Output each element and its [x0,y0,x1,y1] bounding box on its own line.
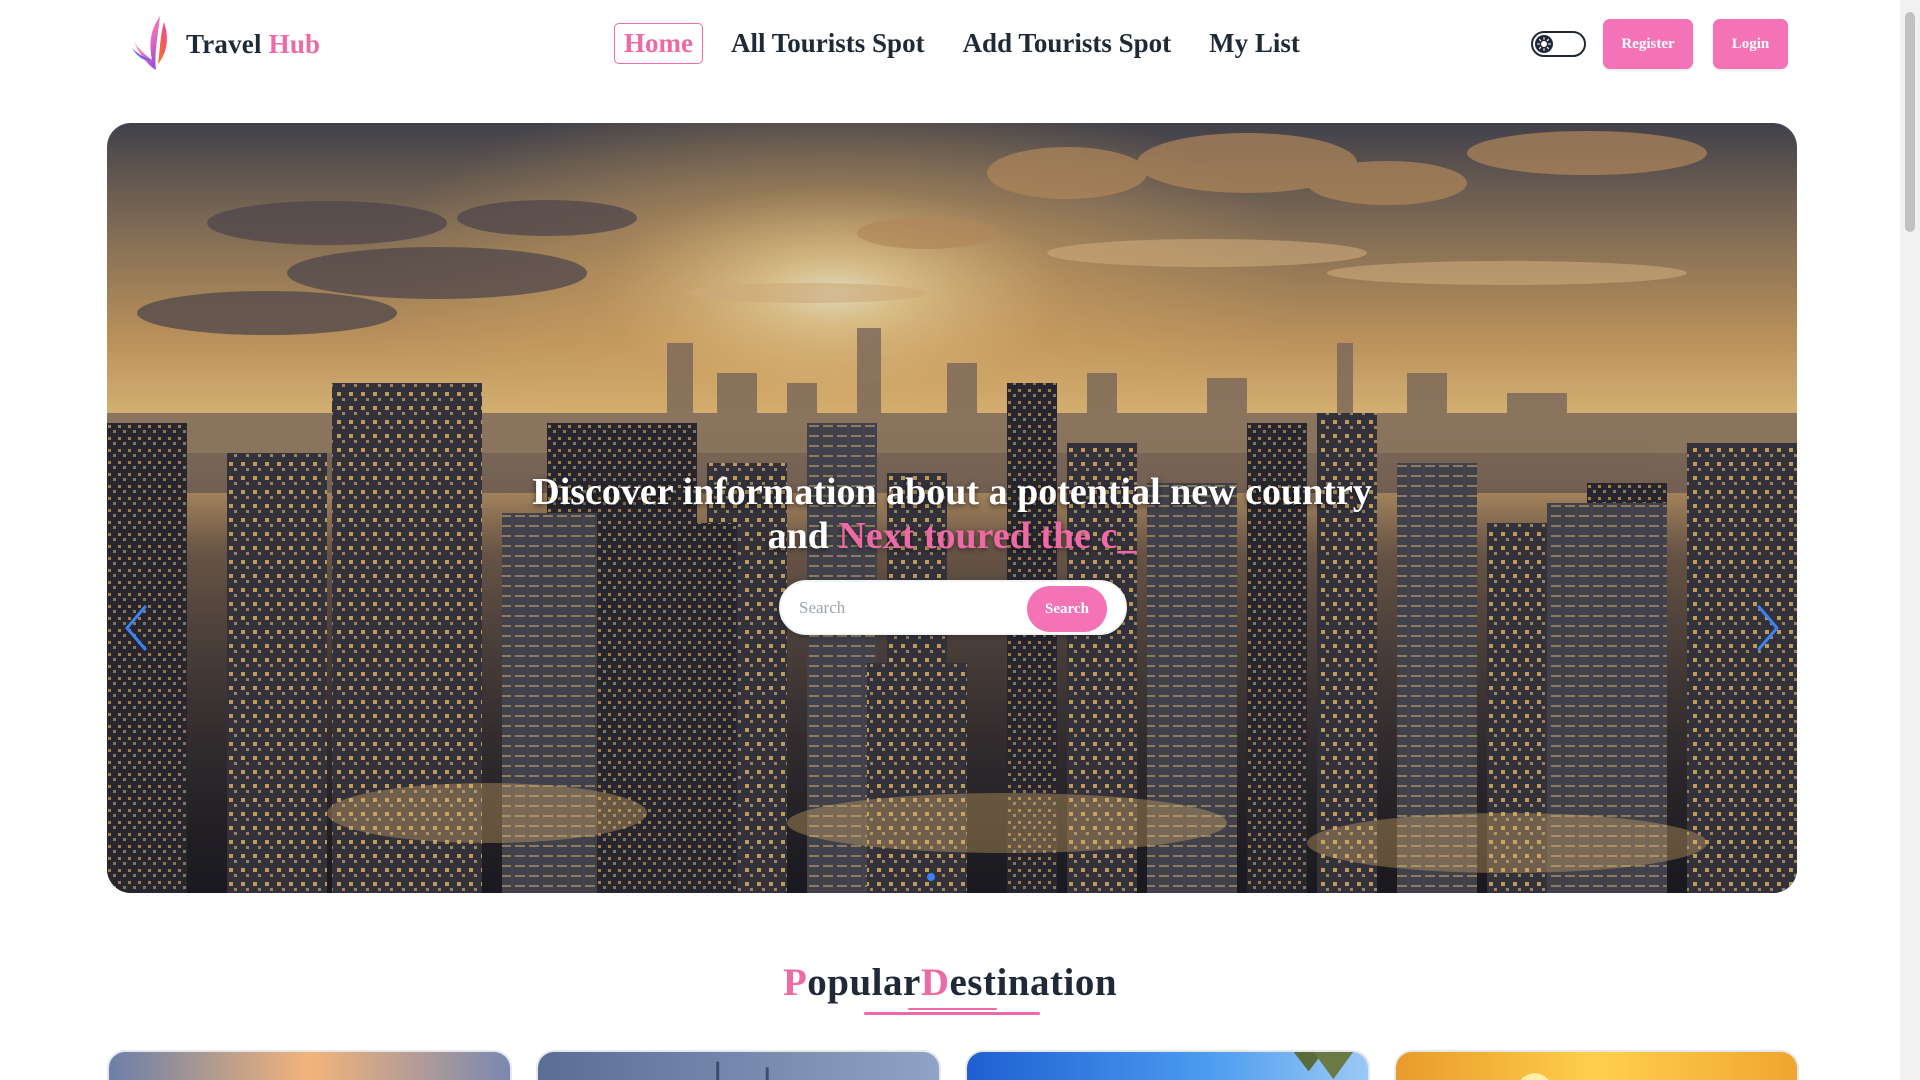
hero-typed-text: Next toured the c [838,515,1118,557]
sun-icon [1535,35,1553,53]
destination-card[interactable] [536,1050,941,1080]
destination-card-image [1396,1052,1797,1080]
destination-card[interactable] [965,1050,1370,1080]
bird-logo-icon [132,16,167,70]
destination-card-image [109,1052,510,1080]
destination-cards [107,1050,1799,1080]
theme-toggle[interactable] [1531,31,1586,57]
brand-name-part2: Hub [268,28,321,59]
destination-card-image [538,1052,939,1080]
login-button[interactable]: Login [1713,19,1788,69]
hero-carousel: Discover information about a potential n… [107,123,1797,893]
title-rest-estination: estination [949,961,1118,1004]
search-button[interactable]: Search [1027,586,1107,632]
nav-add-tourists-spot[interactable]: Add Tourists Spot [953,23,1182,64]
hero-search-box: Search [779,580,1127,635]
nav-home[interactable]: Home [614,23,703,64]
nav-my-list[interactable]: My List [1199,23,1310,64]
title-cap-p: P [782,961,808,1004]
nav-all-tourists-spot[interactable]: All Tourists Spot [721,23,935,64]
brand-name-part1: Travel [186,28,262,59]
carousel-pagination [927,873,935,881]
typing-cursor: _ [1117,515,1137,557]
destination-card-image [967,1052,1368,1080]
hero-headline-line2-prefix: and [767,515,829,557]
register-button[interactable]: Register [1603,19,1693,69]
destination-card[interactable] [107,1050,512,1080]
brand-name: Travel Hub [186,29,320,60]
navbar: Travel Hub Home All Tourists Spot Add To… [0,0,1900,88]
title-underline [864,1012,1040,1015]
hero-headline: Discover information about a potential n… [107,470,1797,558]
hero-content: Discover information about a potential n… [107,123,1797,893]
main-nav: Home All Tourists Spot Add Tourists Spot… [614,23,1328,64]
search-input[interactable] [799,594,1009,622]
carousel-dot[interactable] [927,873,935,881]
hero-headline-line1: Discover information about a potential n… [532,471,1372,513]
brand[interactable]: Travel Hub [126,14,320,74]
destination-card[interactable] [1394,1050,1799,1080]
page-scrollbar[interactable] [1900,0,1920,1080]
scrollbar-thumb[interactable] [1905,12,1915,232]
title-rest-opular: opular [807,961,921,1004]
title-cap-d: D [920,961,950,1004]
popular-destination-title: PopularDestination [0,960,1900,1005]
title-underline-inner [908,1008,997,1010]
